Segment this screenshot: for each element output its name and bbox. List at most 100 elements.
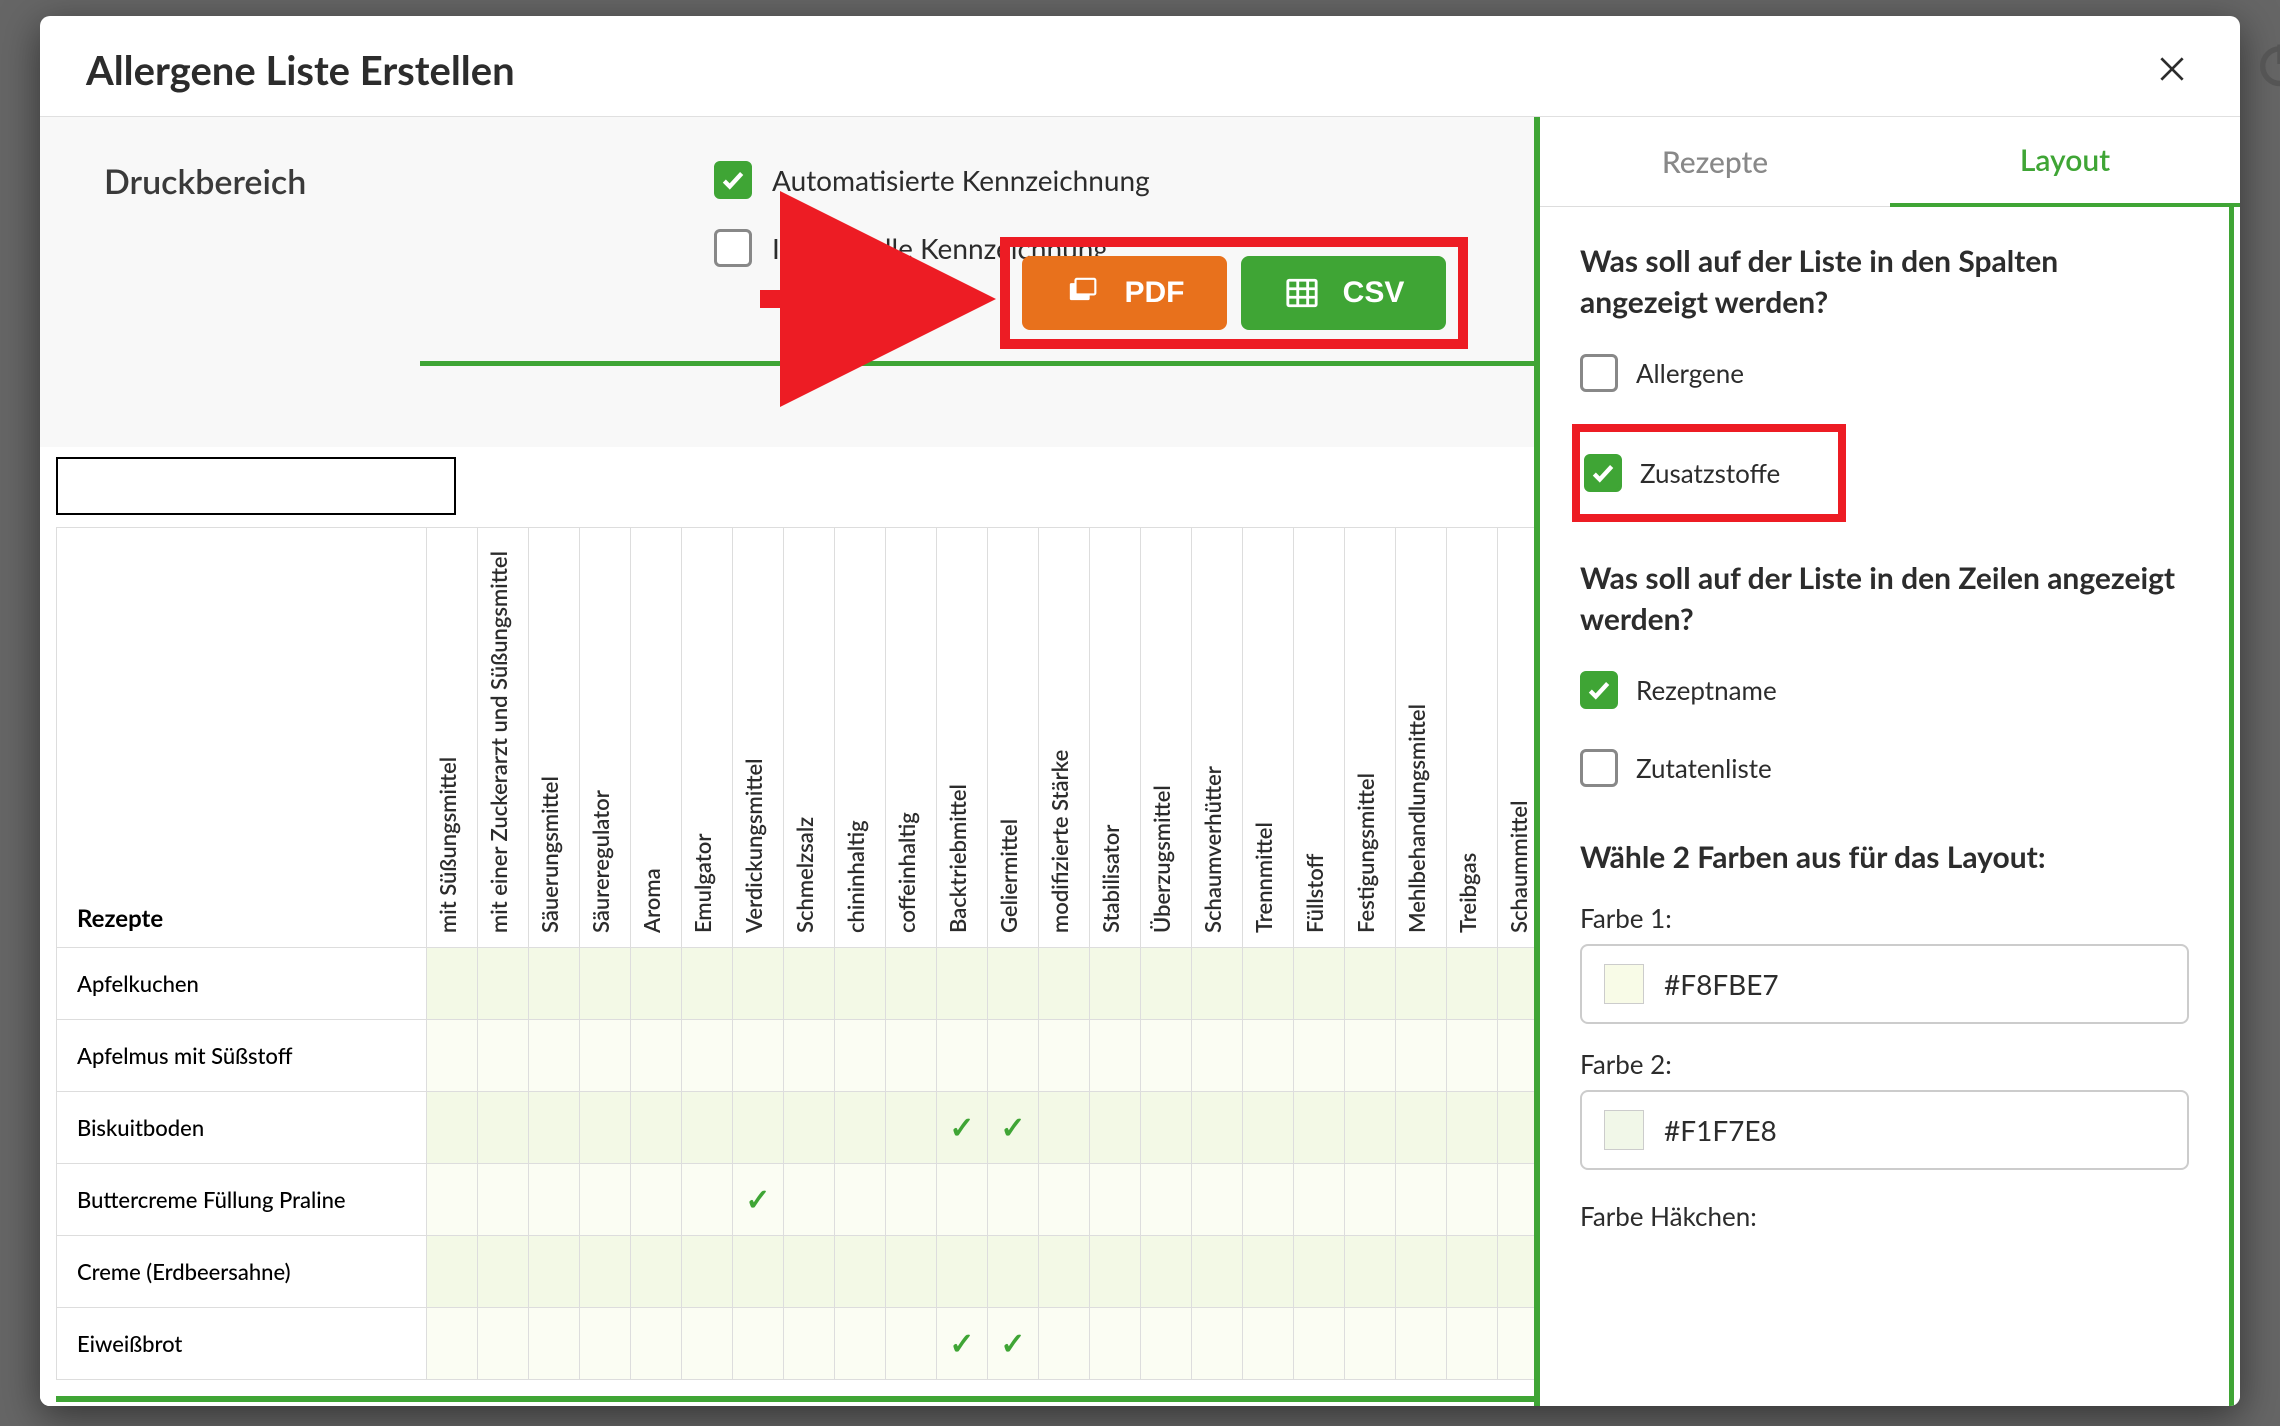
allergen-cell	[580, 1308, 631, 1380]
rezeptname-label: Rezeptname	[1636, 674, 1777, 706]
allergen-cell	[1192, 948, 1243, 1020]
auto-labeling-checkbox[interactable]	[714, 161, 752, 199]
column-header: Treibgas	[1447, 528, 1498, 948]
allergen-cell	[835, 1236, 886, 1308]
color2-group: Farbe 2: #F1F7E8	[1580, 1048, 2189, 1170]
allergen-cell	[580, 1092, 631, 1164]
allergen-cell	[1192, 1164, 1243, 1236]
allergen-cell	[1498, 1164, 1535, 1236]
allergen-cell	[988, 1020, 1039, 1092]
allergen-cell: ✓	[733, 1164, 784, 1236]
color1-value: #F8FBE7	[1664, 967, 1779, 1001]
allergen-cell	[529, 948, 580, 1020]
allergen-cell	[1396, 1308, 1447, 1380]
export-pdf-button[interactable]: PDF	[1022, 256, 1227, 330]
column-header: Säureregulator	[580, 528, 631, 948]
allergen-cell	[1243, 948, 1294, 1020]
allergen-cell	[631, 1020, 682, 1092]
allergen-cell	[1396, 1164, 1447, 1236]
column-header-label: Geliermittel	[995, 819, 1022, 933]
recipe-name-cell: Biskuitboden	[57, 1092, 427, 1164]
allergen-cell	[1192, 1020, 1243, 1092]
modal-body: Druckbereich Automatisierte Kennzeichnun…	[40, 117, 2240, 1406]
allergen-cell	[1039, 1164, 1090, 1236]
color1-input[interactable]: #F8FBE7	[1580, 944, 2189, 1024]
tab-rezepte[interactable]: Rezepte	[1540, 117, 1890, 207]
auto-labeling-row: Automatisierte Kennzeichnung	[714, 161, 1150, 199]
allergen-cell	[937, 948, 988, 1020]
check-icon: ✓	[1000, 1325, 1025, 1361]
column-header-label: mit Süßungsmittel	[434, 757, 461, 933]
allergen-cell	[835, 948, 886, 1020]
export-csv-button[interactable]: CSV	[1241, 256, 1446, 330]
allergen-cell	[1090, 1164, 1141, 1236]
allergen-cell	[886, 948, 937, 1020]
allergen-cell	[1345, 1236, 1396, 1308]
allergen-cell: ✓	[937, 1092, 988, 1164]
allergen-cell	[1294, 1236, 1345, 1308]
allergen-cell	[784, 948, 835, 1020]
table-wrap: Rezeptemit Süßungsmittelmit einer Zucker…	[40, 447, 1534, 1406]
allergen-cell	[1039, 948, 1090, 1020]
allergen-cell	[580, 1164, 631, 1236]
allergen-cell	[886, 1236, 937, 1308]
recipe-name-cell: Buttercreme Füllung Praline	[57, 1164, 427, 1236]
allergen-cell	[1345, 1308, 1396, 1380]
allergen-cell	[1039, 1308, 1090, 1380]
rezeptname-checkbox[interactable]	[1580, 671, 1618, 709]
allergen-cell	[631, 1308, 682, 1380]
column-header: Festigungsmittel	[1345, 528, 1396, 948]
close-button[interactable]	[2150, 48, 2194, 92]
allergen-cell	[529, 1236, 580, 1308]
allergen-cell	[529, 1020, 580, 1092]
allergen-cell	[427, 948, 478, 1020]
column-header-label: Aroma	[638, 868, 665, 933]
allergen-cell	[1141, 1020, 1192, 1092]
allergen-cell	[1090, 1092, 1141, 1164]
allergen-cell	[1192, 1236, 1243, 1308]
tab-layout[interactable]: Layout	[1890, 117, 2240, 207]
individual-labeling-checkbox[interactable]	[714, 229, 752, 267]
allergen-cell	[427, 1236, 478, 1308]
option-rezeptname: Rezeptname	[1580, 663, 2189, 717]
allergen-cell	[1396, 1092, 1447, 1164]
allergen-cell	[1243, 1092, 1294, 1164]
allergen-cell	[1294, 1020, 1345, 1092]
column-header-label: Backtriebmittel	[944, 784, 971, 933]
allergen-cell	[1090, 948, 1141, 1020]
recipe-filter-input[interactable]	[56, 457, 456, 515]
column-header-label: coffeinhaltig	[893, 812, 920, 933]
close-icon	[2156, 53, 2188, 85]
allergen-cell	[529, 1164, 580, 1236]
check-icon: ✓	[745, 1181, 770, 1217]
allergen-cell	[988, 1164, 1039, 1236]
zusatzstoffe-checkbox[interactable]	[1584, 454, 1622, 492]
allergen-cell	[1447, 1164, 1498, 1236]
table-row: Buttercreme Füllung Praline ✓	[57, 1164, 1535, 1236]
allergen-cell	[529, 1308, 580, 1380]
allergene-checkbox[interactable]	[1580, 354, 1618, 392]
column-header-label: Verdickungsmittel	[740, 759, 767, 933]
zutatenliste-checkbox[interactable]	[1580, 749, 1618, 787]
color2-value: #F1F7E8	[1664, 1113, 1777, 1147]
allergen-cell	[1141, 1236, 1192, 1308]
allergen-cell	[988, 948, 1039, 1020]
allergen-cell	[478, 1020, 529, 1092]
column-header: Säuerungsmittel	[529, 528, 580, 948]
allergen-cell	[1141, 948, 1192, 1020]
power-icon	[2254, 38, 2280, 90]
section-divider	[420, 361, 1534, 366]
allergen-cell	[1294, 1092, 1345, 1164]
column-header-label: Treibgas	[1454, 853, 1481, 933]
allergen-cell	[1447, 1020, 1498, 1092]
allergen-cell	[1192, 1308, 1243, 1380]
allergen-cell	[988, 1236, 1039, 1308]
print-area-heading: Druckbereich	[104, 161, 714, 267]
column-header: Verdickungsmittel	[733, 528, 784, 948]
column-header-label: chininhaltig	[842, 820, 869, 933]
allergen-cell	[682, 1020, 733, 1092]
allergen-cell: ✓	[937, 1308, 988, 1380]
color2-input[interactable]: #F1F7E8	[1580, 1090, 2189, 1170]
zusatzstoffe-highlight: Zusatzstoffe	[1572, 424, 1846, 522]
allergen-cell	[1090, 1020, 1141, 1092]
